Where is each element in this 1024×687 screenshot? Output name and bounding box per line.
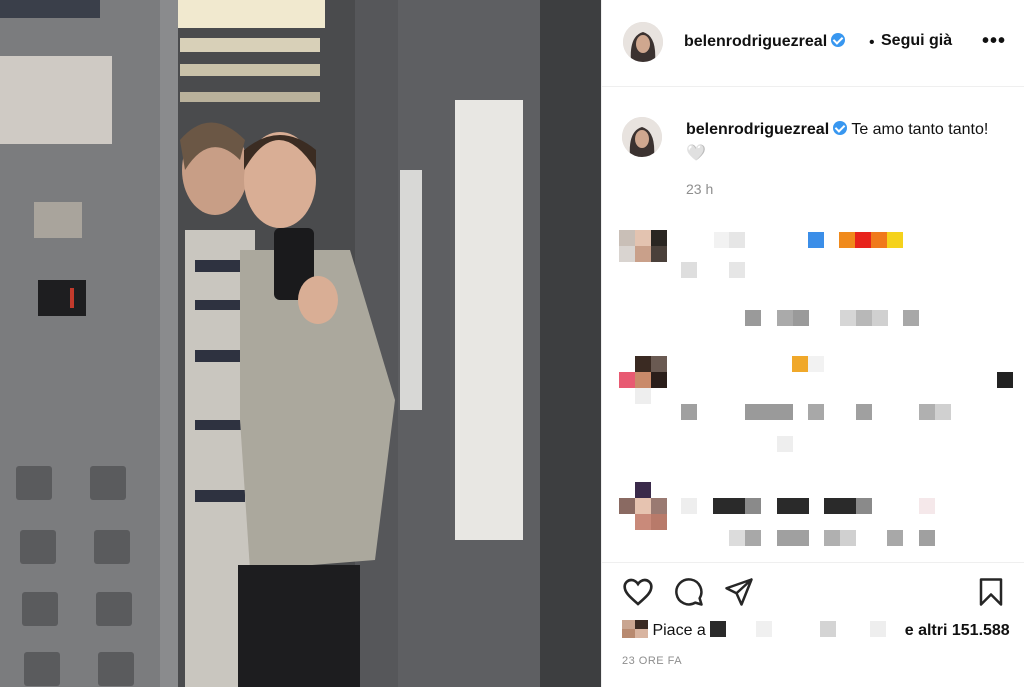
heart-icon[interactable] xyxy=(622,577,654,607)
likes-prefix: Piace a xyxy=(652,622,706,639)
comment-avatar-pixelated xyxy=(619,230,667,262)
paper-plane-icon[interactable] xyxy=(724,577,754,607)
more-options-icon[interactable]: ••• xyxy=(982,30,1006,53)
post-timestamp: 23 ORE FA xyxy=(622,655,683,667)
comment-icon[interactable] xyxy=(674,577,704,607)
comment-avatar-pixelated xyxy=(619,482,667,530)
post-photo[interactable] xyxy=(0,0,601,687)
caption-username[interactable]: belenrodriguezreal xyxy=(686,121,829,138)
avatar[interactable] xyxy=(623,22,663,62)
post-side-panel: belenrodriguezreal • Segui già ••• belen… xyxy=(601,0,1024,687)
caption-avatar[interactable] xyxy=(622,117,662,157)
liker-name-pixelated xyxy=(710,621,900,637)
liker-avatar-pixelated xyxy=(622,620,648,638)
likes-count[interactable]: e altri 151.588 xyxy=(905,622,1010,639)
comment-avatar-pixelated xyxy=(619,356,667,388)
likes-summary[interactable]: Piace a e altri 151.588 xyxy=(622,620,1010,640)
elevator-selfie-image xyxy=(0,0,601,687)
header-username[interactable]: belenrodriguezreal xyxy=(684,33,846,51)
action-bar xyxy=(602,562,1024,606)
bookmark-icon[interactable] xyxy=(978,577,1004,607)
post-header: belenrodriguezreal • Segui già ••• xyxy=(602,0,1024,87)
verified-badge-icon xyxy=(833,121,848,135)
header-username-text[interactable]: belenrodriguezreal xyxy=(684,33,827,50)
profile-picture-icon xyxy=(623,22,663,62)
separator-dot: • xyxy=(869,34,875,51)
caption-time[interactable]: 23 h xyxy=(686,181,713,197)
verified-badge-icon xyxy=(831,33,846,47)
profile-picture-icon xyxy=(622,117,662,157)
post-caption: belenrodriguezreal Te amo tanto tanto! 🤍 xyxy=(686,118,996,166)
follow-status-button[interactable]: Segui già xyxy=(881,32,952,50)
